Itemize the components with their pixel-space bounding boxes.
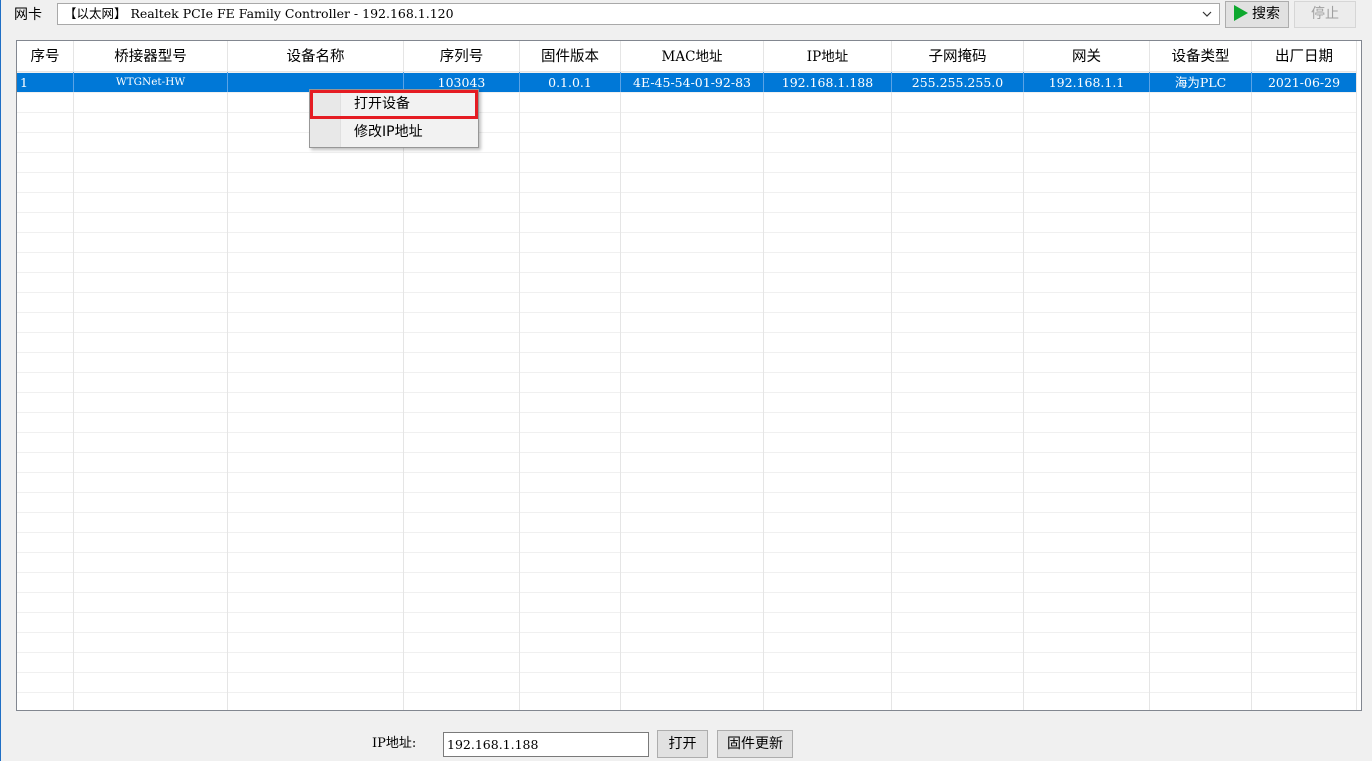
search-button-label: 搜索 <box>1252 6 1280 22</box>
cell-ip: 192.168.1.188 <box>781 75 874 90</box>
nic-dropdown-value: 【以太网】 Realtek PCIe FE Family Controller … <box>64 6 454 21</box>
column-header-ip[interactable]: IP地址 <box>764 41 891 72</box>
column-header-index[interactable]: 序号 <box>17 41 73 72</box>
search-button[interactable]: 搜索 <box>1225 1 1289 28</box>
cell-subnet: 255.255.255.0 <box>911 75 1004 90</box>
chevron-down-icon <box>1202 11 1212 17</box>
column-header-gateway[interactable]: 网关 <box>1024 41 1149 72</box>
cell-device-type: 海为PLC <box>1174 75 1227 90</box>
cell-firmware: 0.1.0.1 <box>548 75 592 90</box>
cell-date: 2021-06-29 <box>1267 75 1341 90</box>
open-button[interactable]: 打开 <box>657 730 708 758</box>
firmware-update-button[interactable]: 固件更新 <box>717 730 793 758</box>
column-header-date[interactable]: 出厂日期 <box>1252 41 1356 72</box>
cell-gateway: 192.168.1.1 <box>1048 75 1125 90</box>
menu-item-label: 打开设备 <box>354 96 410 112</box>
column-header-mac[interactable]: MAC地址 <box>621 41 763 72</box>
context-menu: 打开设备 修改IP地址 <box>309 89 479 148</box>
play-icon <box>1234 5 1248 21</box>
app-window: 网卡 【以太网】 Realtek PCIe FE Family Controll… <box>0 0 1372 761</box>
nic-label: 网卡 <box>14 7 42 23</box>
column-header-serial[interactable]: 序列号 <box>404 41 519 72</box>
nic-dropdown[interactable]: 【以太网】 Realtek PCIe FE Family Controller … <box>57 3 1220 25</box>
menu-item-open-device[interactable]: 打开设备 <box>310 90 478 119</box>
cell-mac: 4E-45-54-01-92-83 <box>633 75 751 90</box>
stop-button[interactable]: 停止 <box>1294 1 1356 28</box>
ip-input[interactable] <box>443 732 649 757</box>
ip-label: IP地址: <box>372 736 417 751</box>
device-table[interactable]: 序号 桥接器型号 设备名称 序列号 固件版本 MAC地址 IP地址 子网掩码 网… <box>16 40 1362 711</box>
column-header-bridge-model[interactable]: 桥接器型号 <box>74 41 227 72</box>
column-header-subnet[interactable]: 子网掩码 <box>892 41 1023 72</box>
grid-lines <box>17 41 1357 710</box>
column-header-device-name[interactable]: 设备名称 <box>228 41 403 72</box>
menu-item-label: 修改IP地址 <box>354 124 423 140</box>
window-border <box>0 0 1 761</box>
column-header-device-type[interactable]: 设备类型 <box>1150 41 1251 72</box>
column-header-firmware[interactable]: 固件版本 <box>520 41 620 72</box>
cell-index: 1 <box>20 75 28 90</box>
menu-item-modify-ip[interactable]: 修改IP地址 <box>310 119 478 145</box>
stop-button-label: 停止 <box>1311 6 1339 22</box>
cell-bridge-model: WTGNet-HW <box>115 76 186 88</box>
